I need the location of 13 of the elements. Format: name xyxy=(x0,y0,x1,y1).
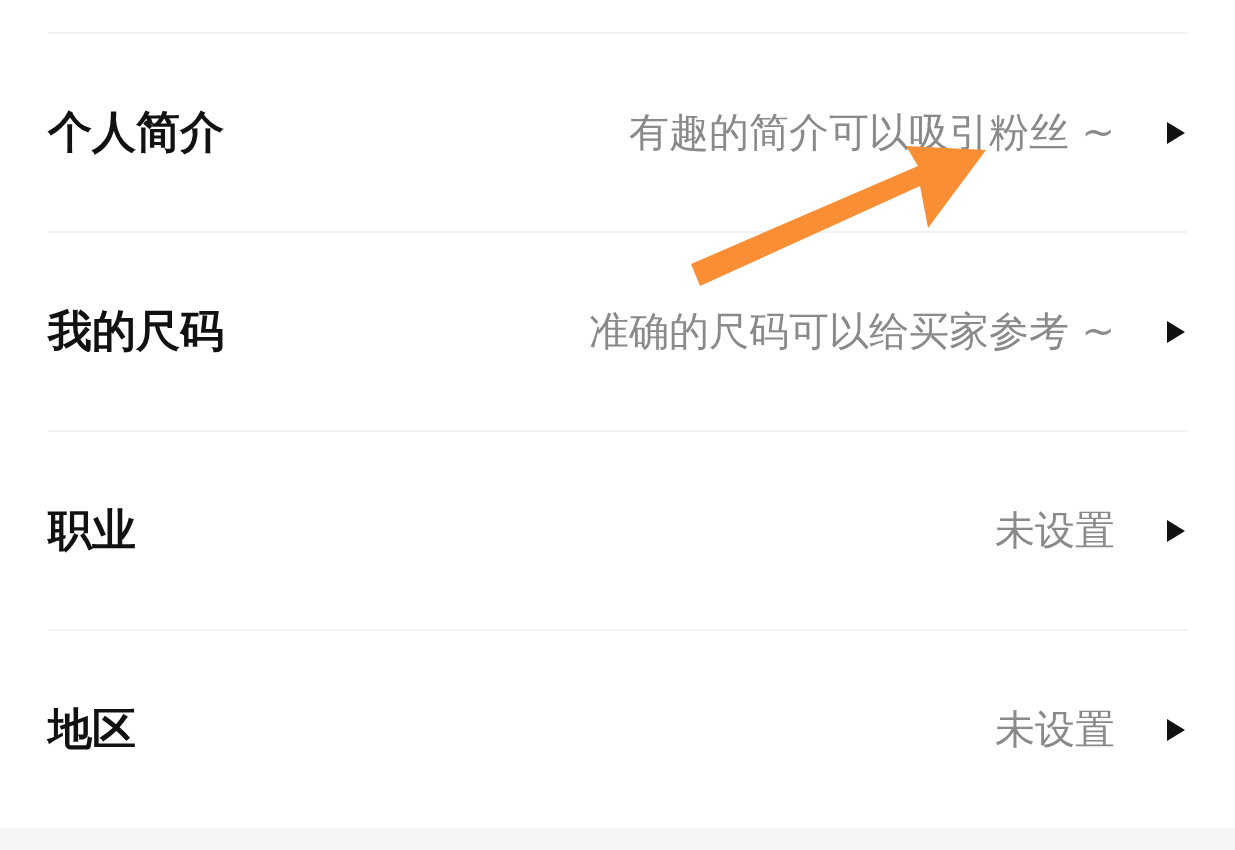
triangle-icon xyxy=(1167,121,1185,144)
row-label: 个人简介 xyxy=(48,105,224,159)
settings-row[interactable]: 职业 未设置 xyxy=(48,430,1187,629)
row-value: 准确的尺码可以给买家参考 ~ xyxy=(588,307,1115,356)
row-value: 未设置 xyxy=(995,506,1115,555)
triangle-icon xyxy=(1167,519,1185,542)
row-label: 职业 xyxy=(48,503,136,557)
row-label: 我的尺码 xyxy=(48,304,224,358)
row-value: 有趣的简介可以吸引粉丝 ~ xyxy=(628,108,1115,157)
triangle-icon xyxy=(1167,320,1185,343)
row-label: 地区 xyxy=(48,702,136,756)
row-value: 未设置 xyxy=(995,705,1115,754)
triangle-icon xyxy=(1167,718,1185,741)
